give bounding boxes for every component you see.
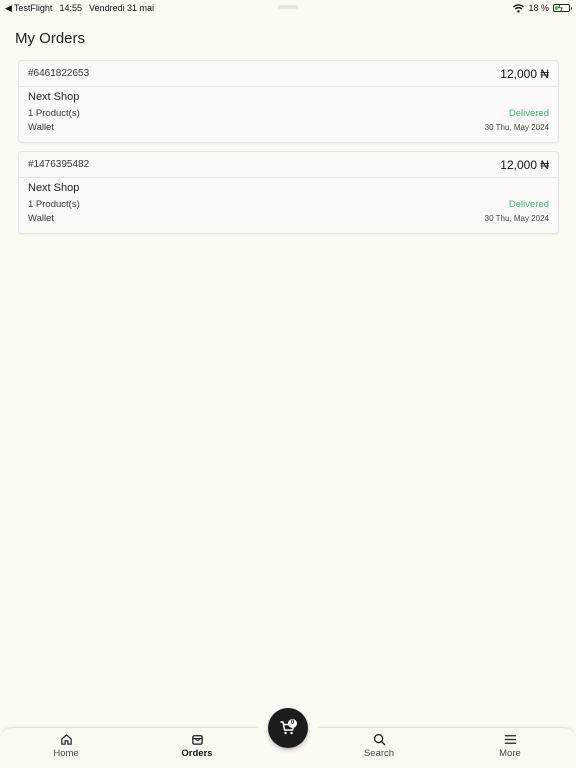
screen: ◀ TestFlight 14:55 Vendredi 31 mai 18 % … (0, 0, 576, 768)
order-status: Delivered (508, 108, 549, 119)
nav-search-label: Search (363, 748, 395, 759)
cart-button[interactable]: 0 (268, 708, 308, 748)
page-title: My Orders (15, 30, 86, 47)
menu-icon (504, 735, 516, 744)
order-header: #1476395482 12,000 ₦ (19, 152, 558, 178)
cart-count-badge: 0 (288, 719, 297, 728)
nav-more-label: More (499, 748, 521, 759)
order-card[interactable]: #1476395482 12,000 ₦ Next Shop 1 Product… (18, 151, 559, 234)
payment-method: Wallet (28, 122, 55, 133)
back-app-label: TestFlight (13, 3, 53, 13)
nav-home-label: Home (53, 748, 79, 759)
order-body: Next Shop 1 Product(s) Delivered Wallet … (19, 87, 558, 133)
search-icon (373, 733, 385, 746)
order-id: #1476395482 (28, 159, 90, 170)
orders-bag-icon (191, 735, 203, 745)
status-right: 18 % ϟ (513, 3, 572, 13)
nav-orders[interactable]: Orders (157, 733, 237, 759)
order-date: 30 Thu, May 2024 (484, 214, 549, 223)
orders-list: #6461822653 12,000 ₦ Next Shop 1 Product… (18, 60, 559, 242)
nav-home[interactable]: Home (26, 733, 106, 759)
order-date: 30 Thu, May 2024 (484, 123, 549, 132)
battery-charging-icon: ϟ (553, 3, 572, 13)
nav-more[interactable]: More (470, 733, 550, 759)
product-count: 1 Product(s) (28, 108, 80, 119)
payment-method: Wallet (28, 213, 55, 224)
status-time: 14:55 (59, 3, 82, 13)
battery-percent: 18 % (528, 3, 549, 13)
shop-name: Next Shop (28, 91, 80, 103)
home-icon (60, 734, 72, 745)
order-body: Next Shop 1 Product(s) Delivered Wallet … (19, 178, 558, 224)
order-total: 12,000 ₦ (500, 157, 549, 172)
shop-name: Next Shop (28, 182, 80, 194)
nav-orders-label: Orders (181, 748, 213, 759)
nav-search[interactable]: Search (339, 733, 419, 759)
order-status: Delivered (508, 199, 549, 210)
order-total: 12,000 ₦ (500, 66, 549, 81)
multitasking-indicator[interactable] (278, 5, 298, 9)
order-id: #6461822653 (28, 68, 90, 79)
wifi-icon (513, 3, 525, 13)
order-header: #6461822653 12,000 ₦ (19, 61, 558, 87)
order-card[interactable]: #6461822653 12,000 ₦ Next Shop 1 Product… (18, 60, 559, 143)
back-triangle-icon: ◀ (5, 2, 12, 13)
status-left: ◀ TestFlight 14:55 Vendredi 31 mai (5, 3, 154, 14)
status-date: Vendredi 31 mai (88, 3, 155, 13)
product-count: 1 Product(s) (28, 199, 80, 210)
back-to-app-link[interactable]: ◀ TestFlight (5, 3, 52, 14)
